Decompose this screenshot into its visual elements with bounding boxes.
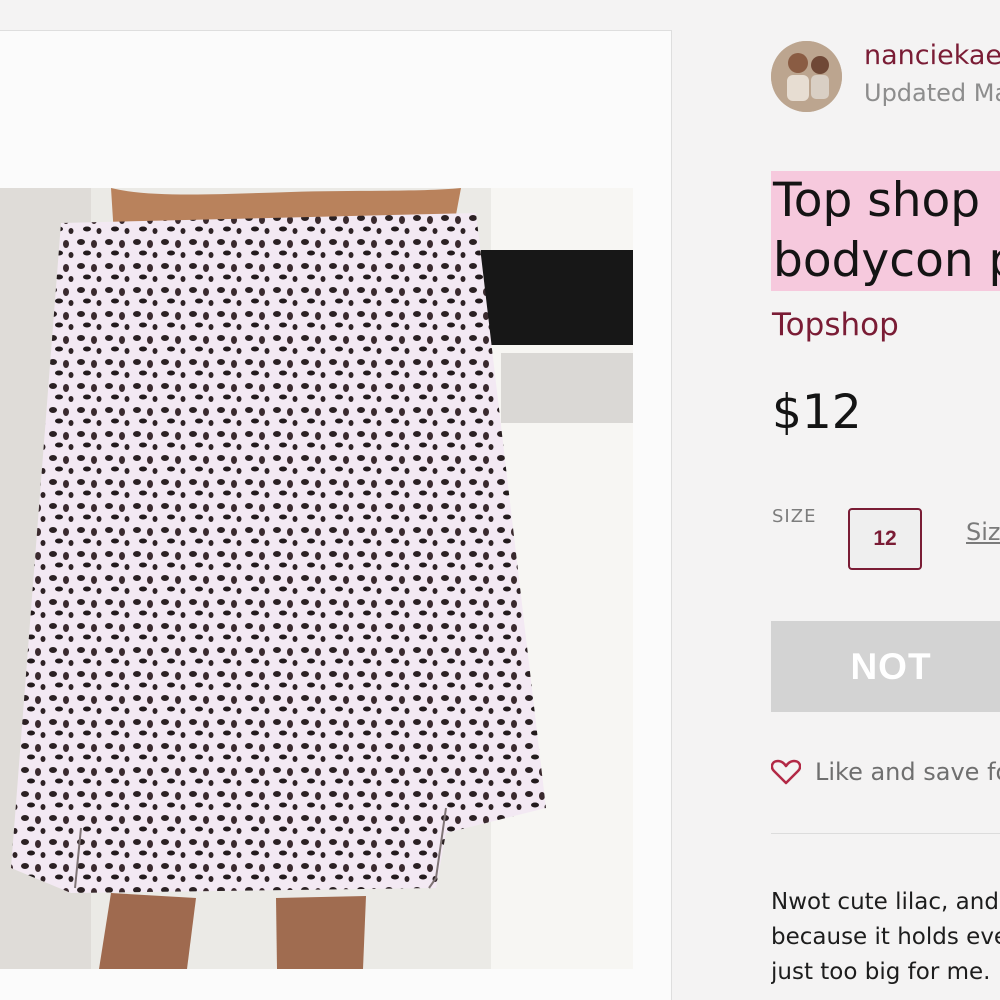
product-page: nanciekae Updated Ma Top shop bodycon p … [0,0,1000,1000]
product-photo[interactable] [0,188,633,969]
price: $12 [772,385,862,440]
description-line: just too big for me. [771,959,991,985]
seller-avatar[interactable] [771,41,842,112]
skirt-photo-illustration [0,188,633,969]
size-option-button[interactable]: 12 [848,508,922,570]
seller-name[interactable]: nanciekae [864,40,1000,71]
listing-title-line-1: Top shop [771,171,1000,231]
heart-outline-icon [771,759,801,785]
updated-timestamp: Updated Ma [864,79,1000,107]
brand-link[interactable]: Topshop [772,307,899,343]
product-image-card [0,30,672,1000]
section-divider [771,833,1000,834]
like-and-save-button[interactable]: Like and save fo [771,758,1000,786]
listing-title: Top shop bodycon p [771,171,1000,291]
like-and-save-label: Like and save fo [815,758,1000,786]
avatar-image [771,41,842,112]
not-available-button[interactable]: NOT [771,621,1000,712]
size-label: SIZE [772,506,817,527]
size-guide-link[interactable]: Siz [966,518,1000,546]
description: Nwot cute lilac, and because it holds ev… [771,885,1000,990]
description-line: because it holds eve [771,924,1000,950]
listing-title-line-2: bodycon p [771,231,1000,291]
description-line: Nwot cute lilac, and [771,889,999,915]
